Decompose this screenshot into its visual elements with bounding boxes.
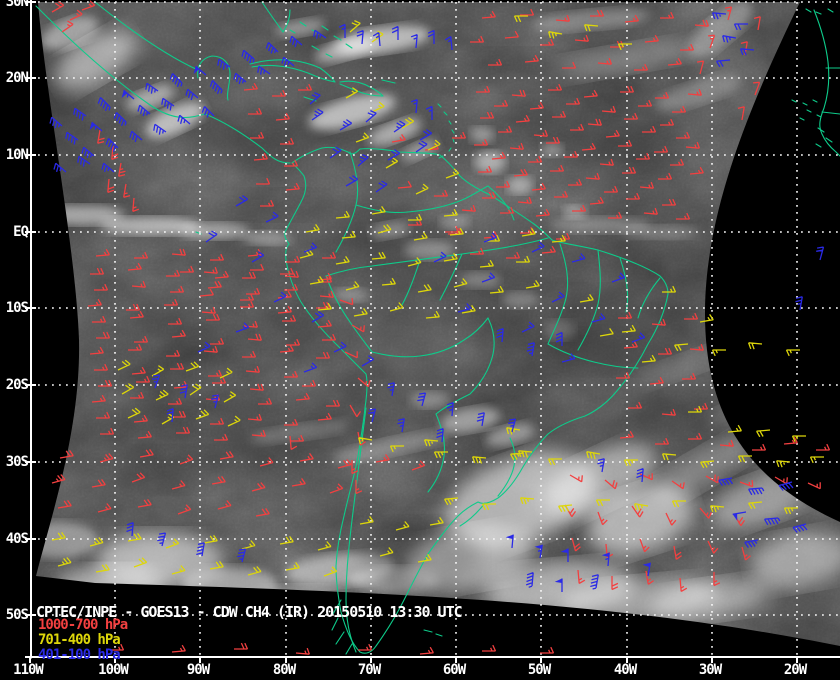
lon-label-110W: 110W: [13, 662, 44, 678]
lat-label-EQ: EQ: [13, 224, 29, 240]
coastline-africa: [813, 9, 840, 157]
lon-label-100W: 100W: [98, 662, 129, 678]
legend-item-mid: 701-400 hPa: [38, 632, 121, 648]
satellite-map: [25, 0, 840, 663]
lat-label-40S: 40S: [5, 531, 29, 547]
lat-label-20S: 20S: [5, 377, 29, 393]
lon-label-40W: 40W: [613, 662, 637, 678]
lat-label-30S: 30S: [5, 454, 29, 470]
lat-label-30N: 30N: [5, 0, 29, 10]
goes13-cdw-satellite-image: CPTEC/INPE - GOES13 - CDW CH4 (IR) 20150…: [0, 0, 840, 680]
lon-label-60W: 60W: [442, 662, 466, 678]
lon-label-90W: 90W: [186, 662, 210, 678]
lon-label-50W: 50W: [527, 662, 551, 678]
lon-label-30W: 30W: [698, 662, 722, 678]
lat-label-20N: 20N: [5, 70, 29, 86]
legend-item-low: 1000-700 hPa: [38, 617, 128, 633]
lat-label-10N: 10N: [5, 147, 29, 163]
lat-label-10S: 10S: [5, 300, 29, 316]
legend-item-high: 401-100 hPa: [38, 647, 121, 663]
lon-label-70W: 70W: [357, 662, 381, 678]
lon-label-80W: 80W: [272, 662, 296, 678]
lon-label-20W: 20W: [783, 662, 807, 678]
lat-label-50S: 50S: [5, 607, 29, 623]
